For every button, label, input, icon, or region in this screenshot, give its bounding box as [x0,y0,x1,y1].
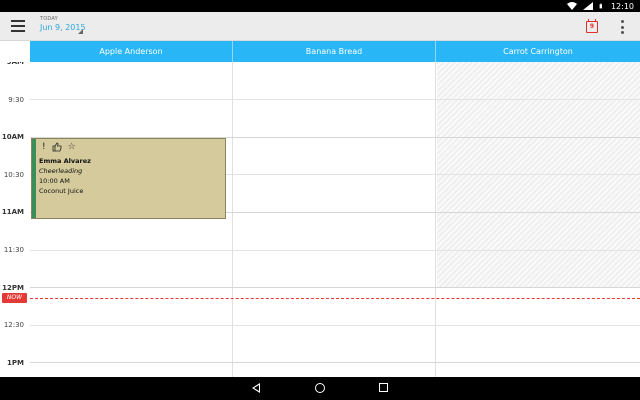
column-header-banana-bread[interactable]: Banana Bread [233,41,436,62]
dropdown-caret-icon [78,29,83,34]
time-column: 9AM 9:30 10AM 10:30 11AM 11:30 12PM 12:30 1PM [0,62,30,377]
wifi-icon [566,2,577,10]
grid-line [30,362,640,364]
client-name: Emma Alvarez [39,157,91,165]
appointment-note: Coconut Juice [39,187,84,195]
app-bar: TODAY Jun 9, 2015 9 [0,12,640,41]
time-label: 11:30 [3,246,24,254]
column-header-apple-anderson[interactable]: Apple Anderson [30,41,233,62]
time-label: 12:30 [3,321,24,330]
time-gutter-header [0,41,30,62]
grid-line [30,249,640,251]
appointment-time: 10:00 AM [39,177,70,185]
home-icon[interactable] [315,383,325,393]
grid-line [30,324,640,326]
status-icons: 12:10 [566,0,634,12]
now-badge: NOW [2,293,27,303]
grid-line [30,99,640,101]
column-apple-anderson[interactable] [30,62,233,377]
column-header-carrot-carrington[interactable]: Carrot Carrington [436,41,640,62]
battery-icon [599,3,602,9]
time-label: 12PM [2,283,24,292]
navigation-bar [0,377,640,400]
grid-line [30,287,640,289]
time-label: 11AM [1,208,24,217]
menu-icon[interactable] [11,20,25,32]
appointment-card[interactable]: ! ☆ Emma Alvarez Cheerleading 10:00 AM C… [31,138,226,219]
time-label: 9AM [6,62,24,66]
overflow-menu-icon[interactable] [620,20,624,34]
time-label: 9:30 [8,95,24,104]
star-icon[interactable]: ☆ [68,142,76,152]
column-carrot-carrington[interactable] [436,62,640,377]
calendar-today-icon[interactable]: 9 [586,19,598,33]
now-indicator-line [30,298,640,299]
thumbs-up-icon[interactable] [52,142,62,152]
exclamation-icon[interactable]: ! [42,142,46,152]
date-selector[interactable]: TODAY Jun 9, 2015 [40,16,86,34]
time-label: 10AM [1,133,24,142]
appointment-details: Emma Alvarez Cheerleading 10:00 AM Cocon… [39,156,91,196]
column-banana-bread[interactable] [233,62,436,377]
appointment-accent-bar [32,139,36,218]
time-label: 1PM [7,358,24,367]
back-icon[interactable] [252,383,260,393]
appointment-icons: ! ☆ [42,142,76,152]
recent-apps-icon[interactable] [379,383,388,392]
schedule-grid[interactable]: 9AM 9:30 10AM 10:30 11AM 11:30 12PM 12:30 1PM NO… [0,62,640,377]
time-label: 10:30 [3,170,24,179]
signal-icon [582,2,593,10]
status-bar: 12:10 [0,0,640,12]
calendar-day-number: 9 [589,23,595,30]
status-time: 12:10 [610,1,634,11]
service-name: Cheerleading [39,167,83,175]
column-header-row: Apple Anderson Banana Bread Carrot Carri… [30,41,640,62]
